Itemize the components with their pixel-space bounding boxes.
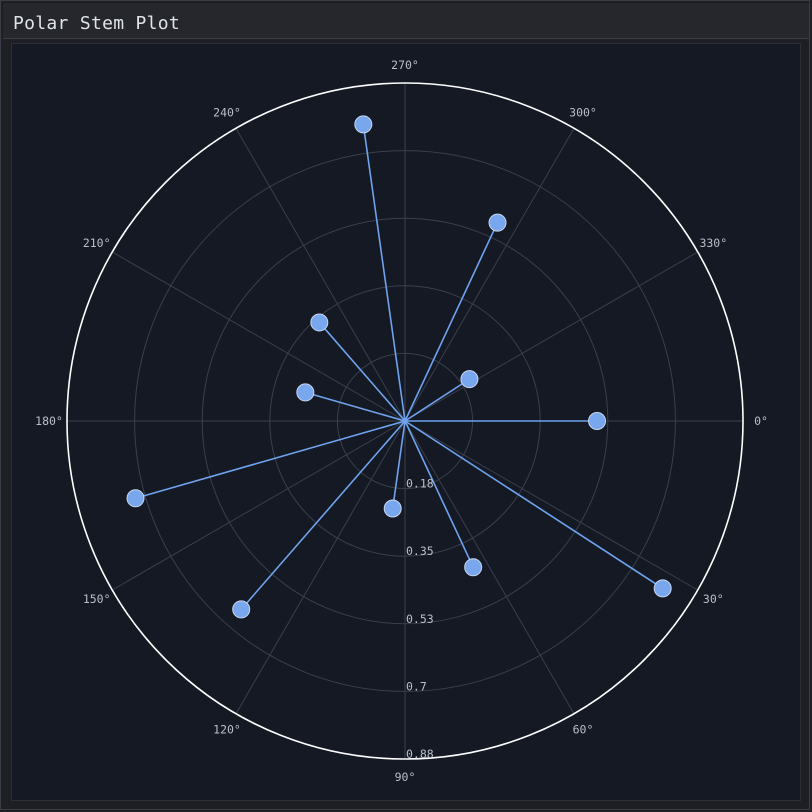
r-tick-label: 0.18 [406, 477, 434, 491]
stem-marker [653, 579, 672, 598]
grid-spoke [112, 420, 406, 591]
grid-spoke [404, 251, 698, 422]
grid-spoke [404, 420, 698, 591]
r-tick-label: 0.88 [406, 747, 434, 761]
grid-spoke [235, 128, 406, 422]
grid-spoke [112, 251, 406, 422]
theta-tick-label: 0° [754, 414, 768, 428]
theta-tick-label: 330° [699, 236, 727, 250]
theta-tick-label: 270° [391, 58, 419, 72]
grid-spoke [404, 420, 575, 714]
r-tick-label: 0.7 [406, 679, 427, 693]
stem-layer [126, 115, 672, 619]
theta-tick-label: 120° [213, 722, 241, 736]
stem-marker [464, 558, 483, 577]
stem-marker [310, 313, 329, 332]
theta-tick-label: 240° [213, 106, 241, 120]
stem-marker [488, 213, 507, 232]
stem-marker [588, 412, 607, 430]
stem-marker [354, 115, 373, 134]
theta-tick-label: 210° [83, 236, 111, 250]
theta-tick-label: 60° [573, 722, 594, 736]
stem-line [240, 420, 406, 610]
stem-line [318, 321, 406, 422]
theta-tick-label: 180° [35, 414, 63, 428]
stem-line [305, 391, 406, 422]
stem-marker [383, 499, 402, 518]
r-tick-label: 0.35 [406, 544, 434, 558]
theta-tick-label: 300° [569, 106, 597, 120]
theta-tick-label: 30° [703, 592, 724, 606]
stem-marker [460, 370, 479, 389]
theta-tick-label: 150° [83, 592, 111, 606]
grid-spoke [404, 128, 575, 422]
stem-marker [232, 600, 251, 619]
stem-marker [296, 383, 315, 402]
theta-tick-label: 90° [395, 770, 416, 784]
polar-stem-chart: 0° 30° 60° 90° 120° 150° 180° 210° 240° 270° 300° 3… [35, 58, 768, 784]
r-tick-label: 0.53 [406, 612, 434, 626]
grid-spoke [235, 420, 406, 714]
stem-marker [126, 489, 145, 508]
stem-line [362, 124, 406, 422]
